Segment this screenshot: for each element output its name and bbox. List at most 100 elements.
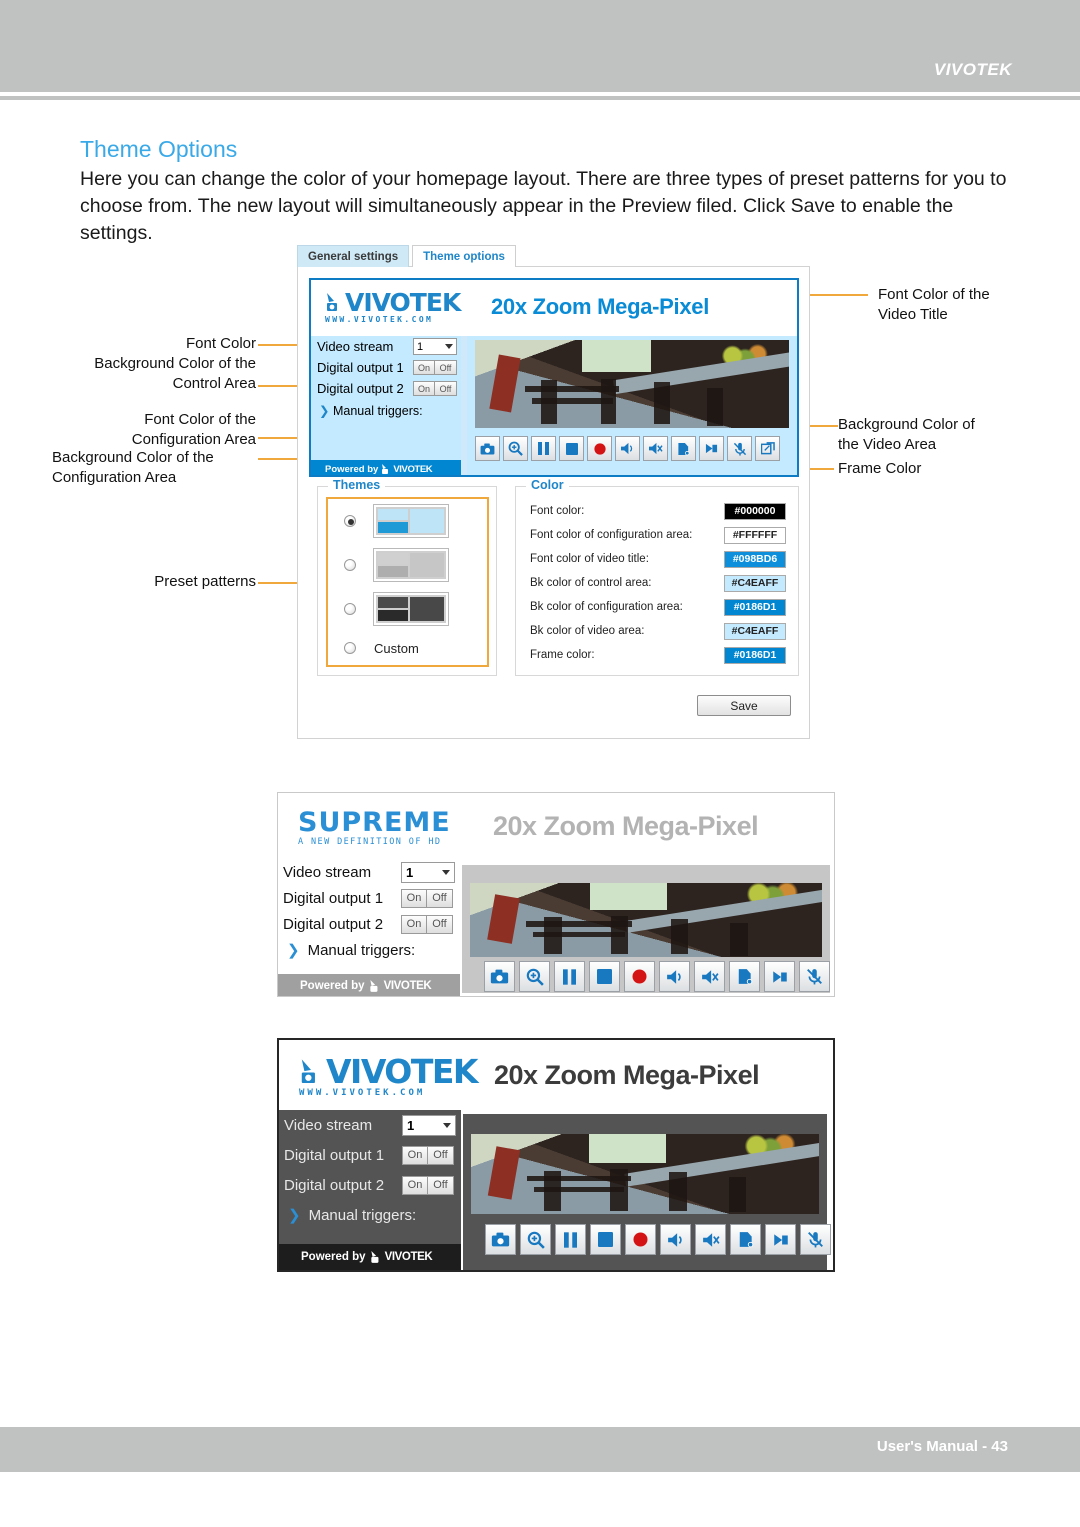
mute-icon[interactable] — [643, 436, 668, 461]
supreme-do2-on[interactable]: On — [401, 914, 427, 934]
expand-arrow-icon: ❯ — [287, 942, 300, 959]
mic-mute-icon[interactable] — [799, 961, 830, 992]
digital-zoom-icon[interactable] — [520, 1224, 551, 1255]
supreme-do1-off[interactable]: Off — [427, 888, 453, 908]
speaker-icon[interactable] — [730, 1224, 761, 1255]
value-bk-control[interactable]: #C4EAFF — [724, 574, 786, 592]
snapshot-icon[interactable] — [484, 961, 515, 992]
digital-output-1-toggle[interactable]: On Off — [413, 360, 457, 375]
do2-off-button[interactable]: Off — [435, 381, 457, 396]
dark-do2-on[interactable]: On — [402, 1175, 428, 1195]
supreme-do1-row: Digital output 1 On Off — [278, 885, 460, 911]
do2-on-button[interactable]: On — [413, 381, 435, 396]
value-font-color[interactable]: #000000 — [724, 502, 786, 520]
supreme-do2-row: Digital output 2 On Off — [278, 911, 460, 937]
theme-option-custom[interactable]: Custom — [328, 631, 487, 665]
theme-option-preset-gray[interactable] — [328, 543, 487, 587]
dark-do1-row: Digital output 1 On Off — [279, 1140, 461, 1170]
talk-icon[interactable] — [764, 961, 795, 992]
label-font-video-title: Font color of video title: — [530, 553, 649, 565]
supreme-do2-off[interactable]: Off — [427, 914, 453, 934]
dark-do2-label: Digital output 2 — [284, 1176, 385, 1194]
supreme-video-title: 20x Zoom Mega-Pixel — [493, 811, 759, 841]
preview-header: VIVOTEK WWW.VIVOTEK.COM 20x Zoom Mega-Pi… — [311, 280, 797, 336]
stop-icon[interactable] — [559, 436, 584, 461]
preview-control-area: Video stream 1 Digital output 1 On Off D… — [311, 336, 461, 475]
leader-font-video-title — [800, 294, 868, 296]
page-footer: User's Manual - 43 — [0, 1427, 1080, 1472]
value-bk-config[interactable]: #0186D1 — [724, 598, 786, 616]
stop-icon[interactable] — [589, 961, 620, 992]
record-icon[interactable] — [624, 961, 655, 992]
record-icon[interactable] — [587, 436, 612, 461]
dark-do1-toggle[interactable]: On Off — [402, 1145, 454, 1165]
radio-preset-gray[interactable] — [344, 559, 356, 571]
speaker-icon[interactable] — [671, 436, 696, 461]
supreme-do1-on[interactable]: On — [401, 888, 427, 908]
volume-on-icon[interactable] — [660, 1224, 691, 1255]
do1-off-button[interactable]: Off — [435, 360, 457, 375]
mic-mute-icon[interactable] — [727, 436, 752, 461]
theme-option-preset-dark[interactable] — [328, 587, 487, 631]
dark-video-stream-select[interactable]: 1 — [402, 1114, 456, 1136]
speaker-icon[interactable] — [729, 961, 760, 992]
volume-on-icon[interactable] — [615, 436, 640, 461]
value-font-video-title[interactable]: #098BD6 — [724, 550, 786, 568]
video-stream-value: 1 — [417, 340, 424, 353]
talk-icon[interactable] — [699, 436, 724, 461]
dark-do2-off[interactable]: Off — [428, 1175, 454, 1195]
snapshot-icon[interactable] — [485, 1224, 516, 1255]
tab-general-settings[interactable]: General settings — [297, 245, 410, 267]
pause-icon[interactable] — [555, 1224, 586, 1255]
supreme-video-stream-select[interactable]: 1 — [401, 861, 455, 883]
do1-on-button[interactable]: On — [413, 360, 435, 375]
pause-icon[interactable] — [531, 436, 556, 461]
digital-zoom-icon[interactable] — [519, 961, 550, 992]
value-font-config[interactable]: #FFFFFF — [724, 526, 786, 544]
dark-control-area: Video stream 1 Digital output 1 On Off D… — [279, 1110, 461, 1270]
radio-preset-dark[interactable] — [344, 603, 356, 615]
theme-option-preset-blue[interactable] — [328, 499, 487, 543]
dark-video-control-bar — [485, 1224, 833, 1255]
supreme-control-area: Video stream 1 Digital output 1 On Off D… — [278, 859, 460, 996]
themes-legend: Themes — [328, 478, 386, 492]
dark-do1-off[interactable]: Off — [428, 1145, 454, 1165]
video-stream-select[interactable]: 1 — [413, 338, 457, 355]
radio-preset-blue[interactable] — [344, 515, 356, 527]
pause-icon[interactable] — [554, 961, 585, 992]
preview-supreme: SUPREME A NEW DEFINITION OF HD 20x Zoom … — [278, 793, 834, 996]
digital-zoom-icon[interactable] — [503, 436, 528, 461]
color-legend: Color — [526, 478, 569, 492]
save-button[interactable]: Save — [697, 695, 791, 716]
supreme-manual-triggers-row[interactable]: ❯ Manual triggers: — [278, 937, 460, 963]
label-frame-color: Frame color: — [530, 649, 595, 661]
fullscreen-icon[interactable] — [755, 436, 780, 461]
supreme-do1-toggle[interactable]: On Off — [401, 888, 453, 908]
talk-icon[interactable] — [765, 1224, 796, 1255]
preset-gray-thumbnail — [373, 548, 449, 582]
manual-triggers-row[interactable]: ❯ Manual triggers: — [311, 403, 461, 418]
record-icon[interactable] — [625, 1224, 656, 1255]
dark-do2-toggle[interactable]: On Off — [402, 1175, 454, 1195]
label-font-color: Font color: — [530, 505, 585, 517]
dark-manual-triggers-row[interactable]: ❯ Manual triggers: — [279, 1200, 461, 1230]
radio-custom[interactable] — [344, 642, 356, 654]
mute-icon[interactable] — [695, 1224, 726, 1255]
digital-output-2-toggle[interactable]: On Off — [413, 381, 457, 396]
volume-on-icon[interactable] — [659, 961, 690, 992]
mic-mute-icon[interactable] — [800, 1224, 831, 1255]
supreme-do2-toggle[interactable]: On Off — [401, 914, 453, 934]
mute-icon[interactable] — [694, 961, 725, 992]
dark-do1-on[interactable]: On — [402, 1145, 428, 1165]
stop-icon[interactable] — [590, 1224, 621, 1255]
vivotek-logo: VIVOTEK WWW.VIVOTEK.COM — [325, 290, 477, 328]
tab-theme-options[interactable]: Theme options — [412, 245, 516, 267]
dark-do2-row: Digital output 2 On Off — [279, 1170, 461, 1200]
dark-logo-word: VIVOTEK — [326, 1052, 478, 1091]
page-header: VIVOTEK — [0, 0, 1080, 92]
value-frame-color[interactable]: #0186D1 — [724, 646, 786, 664]
value-bk-video[interactable]: #C4EAFF — [724, 622, 786, 640]
snapshot-icon[interactable] — [475, 436, 500, 461]
header-divider — [0, 96, 1080, 100]
video-stream-row: Video stream 1 — [311, 336, 461, 357]
